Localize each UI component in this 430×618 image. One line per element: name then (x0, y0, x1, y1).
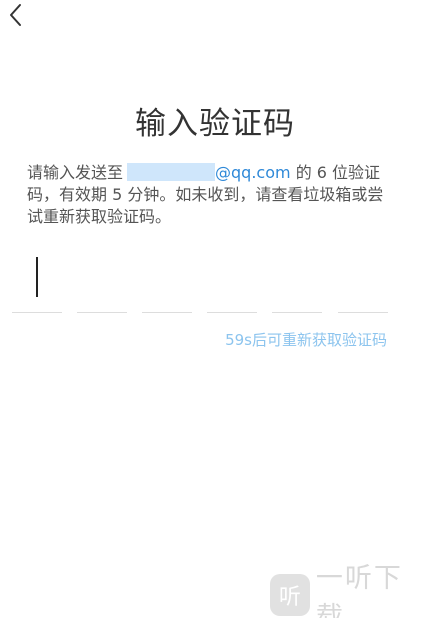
back-button[interactable] (4, 2, 26, 28)
watermark: 听 一听下载 (270, 563, 426, 618)
watermark-logo: 听 (270, 574, 310, 616)
code-digit-3[interactable] (142, 312, 192, 313)
text-cursor (36, 257, 38, 297)
resend-countdown-link[interactable]: 59s后可重新获取验证码 (225, 329, 387, 350)
email-domain: @qq.com (215, 163, 291, 182)
verification-screen: 输入验证码 请输入发送至 @qq.com 的 6 位验证码，有效期 5 分钟。如未… (0, 0, 430, 618)
verification-description: 请输入发送至 @qq.com 的 6 位验证码，有效期 5 分钟。如未收到，请查看… (27, 162, 389, 228)
code-digit-2[interactable] (77, 312, 127, 313)
chevron-left-icon (10, 4, 21, 26)
description-prefix: 请输入发送至 (27, 163, 124, 182)
code-digit-1[interactable] (12, 312, 62, 313)
code-digit-6[interactable] (338, 312, 388, 313)
page-title: 输入验证码 (135, 106, 295, 142)
email-redaction-mask (127, 163, 216, 181)
code-digit-5[interactable] (272, 312, 322, 313)
code-digit-4[interactable] (207, 312, 257, 313)
watermark-text: 一听下载 (315, 563, 403, 618)
